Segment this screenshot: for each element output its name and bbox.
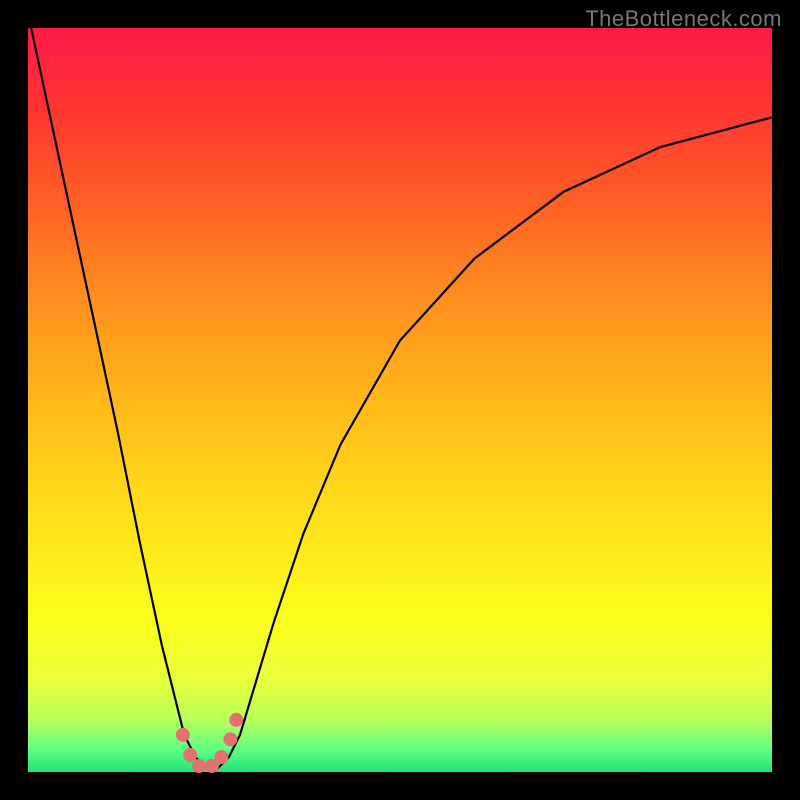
curve-marker <box>214 750 228 764</box>
curve-marker <box>176 728 190 742</box>
plot-area <box>28 28 772 772</box>
curve-marker <box>183 748 197 762</box>
curve-markers <box>176 713 244 773</box>
curve-marker <box>223 732 237 746</box>
curve-marker <box>192 759 206 773</box>
curve-path <box>28 13 772 768</box>
curve-marker <box>229 713 243 727</box>
watermark-text: TheBottleneck.com <box>585 6 782 32</box>
bottleneck-curve <box>28 28 772 772</box>
